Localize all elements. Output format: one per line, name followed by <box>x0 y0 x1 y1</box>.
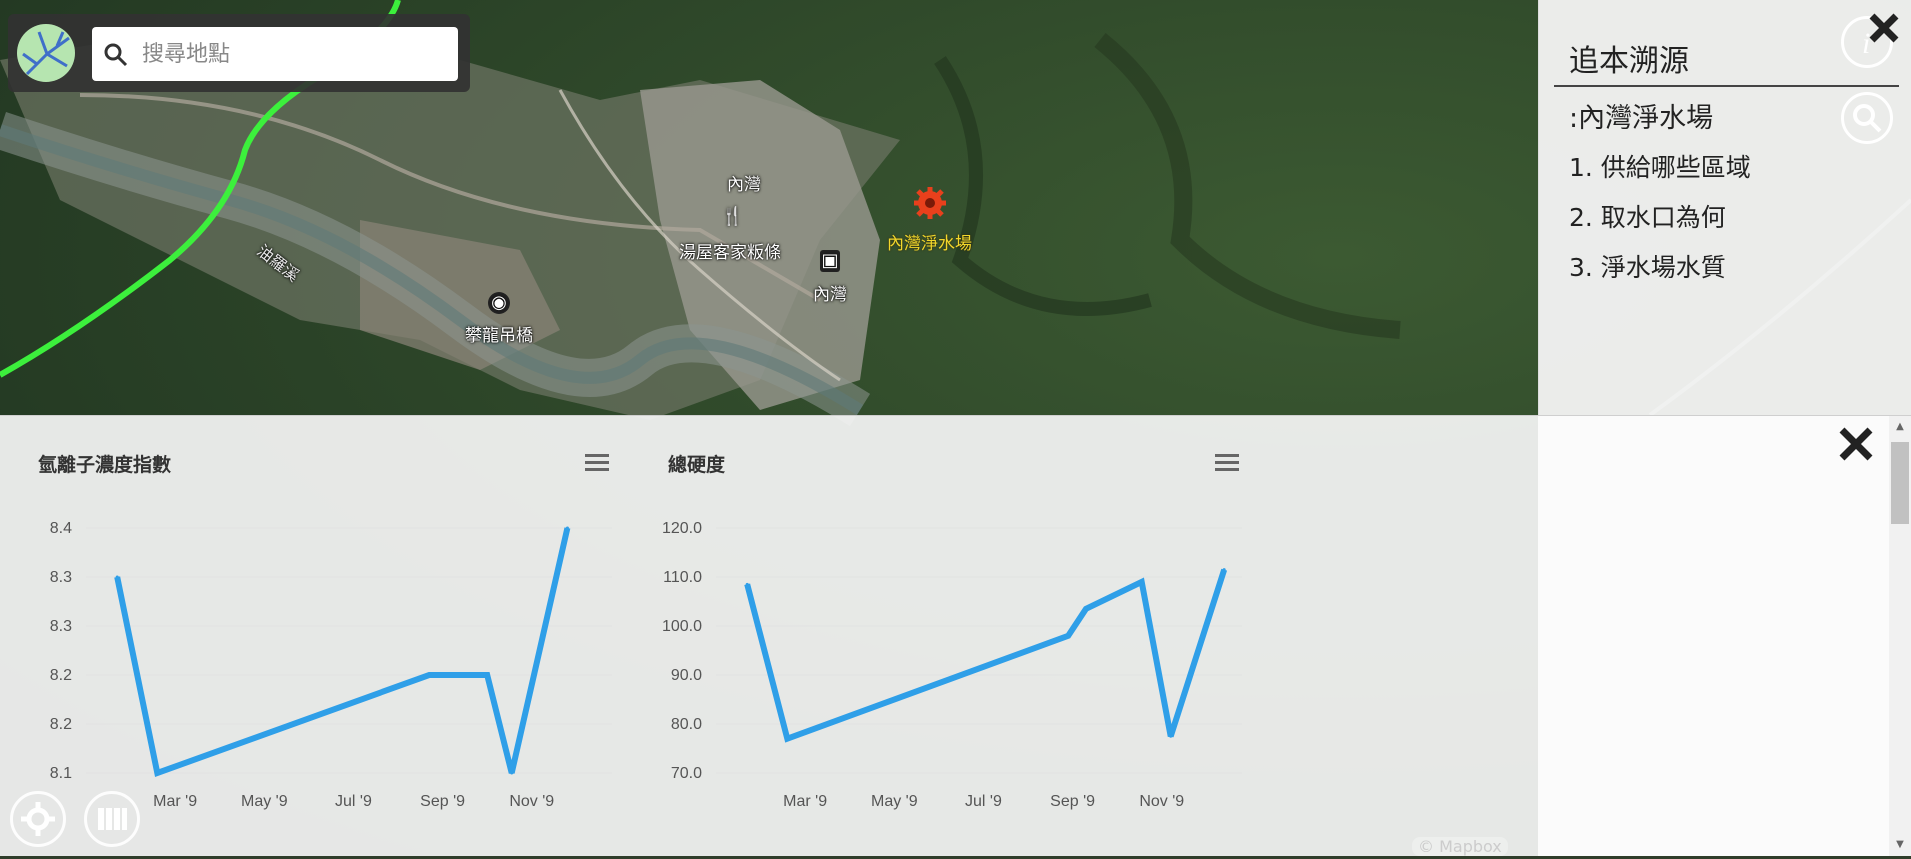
chart-total-hardness: 總硬度 120.0 110.0 100.0 90.0 80.0 70.0 Mar '9 May… <box>630 416 1260 856</box>
scrollbar-thumb[interactable] <box>1891 442 1909 524</box>
search-icon[interactable] <box>104 43 128 67</box>
x-tick-label: Nov '9 <box>1139 793 1184 810</box>
poi-label-water-plant[interactable]: 內灣淨水場 <box>887 229 972 254</box>
logo-icon[interactable] <box>17 24 75 82</box>
data-point <box>427 673 431 677</box>
data-point <box>485 673 489 677</box>
gear-marker-icon[interactable] <box>913 186 947 220</box>
panel-item-water-intake[interactable]: 2. 取水口為何 <box>1569 198 1726 234</box>
panel-divider <box>1554 85 1899 87</box>
camera-icon[interactable]: ◉ <box>488 292 510 314</box>
data-point <box>510 771 514 775</box>
y-tick-label: 8.3 <box>50 569 72 586</box>
y-tick-label: 8.1 <box>50 765 72 782</box>
y-tick-label: 110.0 <box>663 569 702 586</box>
data-point <box>785 737 789 741</box>
y-tick-label: 90.0 <box>671 667 702 684</box>
y-tick-label: 100.0 <box>662 618 702 635</box>
x-tick-label: Mar '9 <box>783 793 827 810</box>
panel-item-supply-areas[interactable]: 1. 供給哪些區域 <box>1569 148 1751 184</box>
data-point <box>1140 580 1144 584</box>
info-panel: 追本溯源 :內灣淨水場 1. 供給哪些區域 2. 取水口為何 3. 淨水場水質 … <box>1538 0 1911 415</box>
train-icon[interactable]: ▣ <box>820 250 840 272</box>
village-label-neiwan: 內灣 <box>727 175 761 195</box>
x-tick-label: Nov '9 <box>509 793 554 810</box>
magnifier-icon[interactable] <box>1841 92 1893 144</box>
data-point <box>1084 607 1088 611</box>
chart-panel: 氫離子濃度指數 8.4 8.3 8.3 8.2 8.2 8.1 Mar '9 May '9 Ju… <box>0 415 1911 856</box>
map-attribution[interactable]: © Mapbox <box>1412 837 1508 856</box>
layers-icon[interactable] <box>84 791 140 847</box>
data-point <box>155 771 159 775</box>
x-tick-label: May '9 <box>241 793 288 810</box>
line-chart-plot: 120.0 110.0 100.0 90.0 80.0 70.0 Mar '9 May '9 J… <box>662 520 1242 810</box>
panel-subtitle: :內灣淨水場 <box>1569 103 1714 134</box>
x-tick-label: Mar '9 <box>153 793 197 810</box>
data-point <box>745 582 749 586</box>
y-tick-label: 8.3 <box>50 618 72 635</box>
y-tick-label: 70.0 <box>671 765 702 782</box>
scrollbar[interactable]: ▲ ▼ <box>1889 416 1911 856</box>
scroll-up-icon[interactable]: ▲ <box>1893 420 1907 434</box>
data-point <box>1169 734 1173 738</box>
scroll-down-icon[interactable]: ▼ <box>1893 838 1907 852</box>
series-line <box>114 527 571 777</box>
chart-ph: 氫離子濃度指數 8.4 8.3 8.3 8.2 8.2 8.1 Mar '9 May '9 Ju… <box>0 416 630 856</box>
data-point <box>565 526 569 530</box>
restaurant-icon[interactable]: 🍴 <box>721 206 743 228</box>
data-point <box>115 575 119 579</box>
settings-icon[interactable] <box>10 791 66 847</box>
x-tick-label: Jul '9 <box>965 793 1002 810</box>
chart-panel-blank <box>1538 416 1890 856</box>
x-tick-label: Jul '9 <box>335 793 372 810</box>
series-line <box>744 568 1228 743</box>
data-point <box>1222 568 1226 572</box>
poi-label-restaurant[interactable]: 湯屋客家粄條 <box>679 238 781 263</box>
y-tick-label: 8.2 <box>50 667 72 684</box>
x-tick-label: May '9 <box>871 793 918 810</box>
x-tick-label: Sep '9 <box>420 793 465 810</box>
close-icon[interactable] <box>1836 424 1876 464</box>
close-icon[interactable] <box>1864 8 1904 48</box>
y-tick-label: 8.4 <box>50 520 72 537</box>
y-tick-label: 120.0 <box>662 520 702 537</box>
data-point <box>1066 634 1070 638</box>
station-label-neiwan[interactable]: 內灣 <box>813 280 847 305</box>
panel-item-water-quality[interactable]: 3. 淨水場水質 <box>1569 248 1726 284</box>
poi-label-bridge[interactable]: 攀龍吊橋 <box>465 321 533 346</box>
panel-title: 追本溯源 <box>1569 44 1689 79</box>
y-tick-label: 80.0 <box>671 716 702 733</box>
y-tick-label: 8.2 <box>50 716 72 733</box>
line-chart-plot: 8.4 8.3 8.3 8.2 8.2 8.1 Mar '9 May '9 Jul '9 Sep … <box>50 520 612 810</box>
search-input-wrapper <box>92 27 458 81</box>
search-bar <box>8 14 470 92</box>
x-tick-label: Sep '9 <box>1050 793 1095 810</box>
search-input[interactable] <box>140 35 444 73</box>
